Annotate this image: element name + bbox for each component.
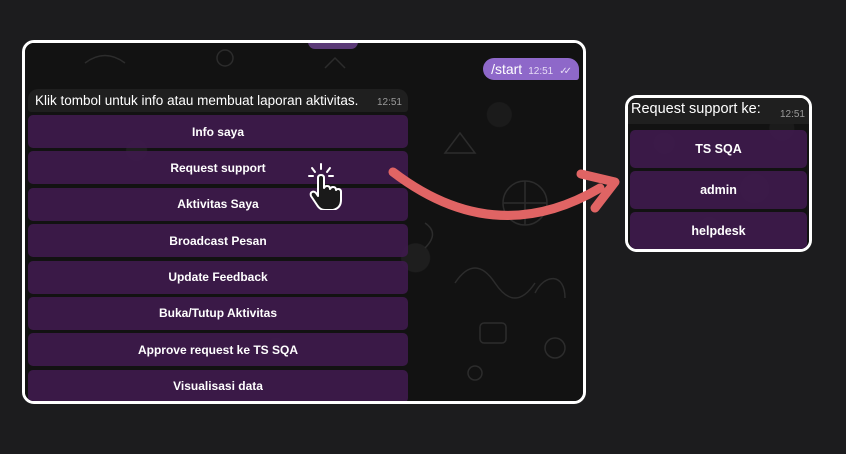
incoming-message-text: Klik tombol untuk info atau membuat lapo…	[35, 93, 359, 108]
support-message[interactable]: Request support ke: 12:51	[628, 98, 809, 124]
support-message-text: Request support ke:	[631, 101, 761, 117]
request-support-button[interactable]: Request support	[28, 151, 408, 185]
ts-sqa-button[interactable]: TS SQA	[630, 130, 807, 168]
support-message-time: 12:51	[779, 109, 805, 120]
double-check-icon: ✓✓	[559, 66, 572, 77]
tap-hand-icon	[308, 163, 342, 210]
curved-arrow-icon	[388, 167, 620, 220]
admin-button[interactable]: admin	[630, 171, 807, 209]
helpdesk-button[interactable]: helpdesk	[630, 212, 807, 249]
approve-request-button[interactable]: Approve request ke TS SQA	[28, 333, 408, 367]
outgoing-message-text: /start	[491, 61, 523, 77]
buka-tutup-aktivitas-button[interactable]: Buka/Tutup Aktivitas	[28, 296, 408, 330]
previous-message-edge	[308, 43, 358, 49]
support-keyboard: TS SQA admin helpdesk	[630, 130, 807, 249]
support-chat-panel: Request support ke: 12:51 TS SQA admin h…	[625, 95, 812, 252]
aktivitas-saya-button[interactable]: Aktivitas Saya	[28, 187, 408, 221]
broadcast-pesan-button[interactable]: Broadcast Pesan	[28, 224, 408, 258]
outgoing-message-time: 12:51	[528, 66, 554, 77]
incoming-message-time: 12:51	[376, 97, 402, 108]
update-feedback-button[interactable]: Update Feedback	[28, 260, 408, 294]
visualisasi-data-button[interactable]: Visualisasi data	[28, 369, 408, 401]
inline-keyboard: Info saya Request support Aktivitas Saya…	[28, 115, 408, 401]
outgoing-message[interactable]: /start 12:51 ✓✓	[483, 58, 579, 80]
incoming-message[interactable]: Klik tombol untuk info atau membuat lapo…	[28, 89, 408, 112]
info-saya-button[interactable]: Info saya	[28, 115, 408, 148]
